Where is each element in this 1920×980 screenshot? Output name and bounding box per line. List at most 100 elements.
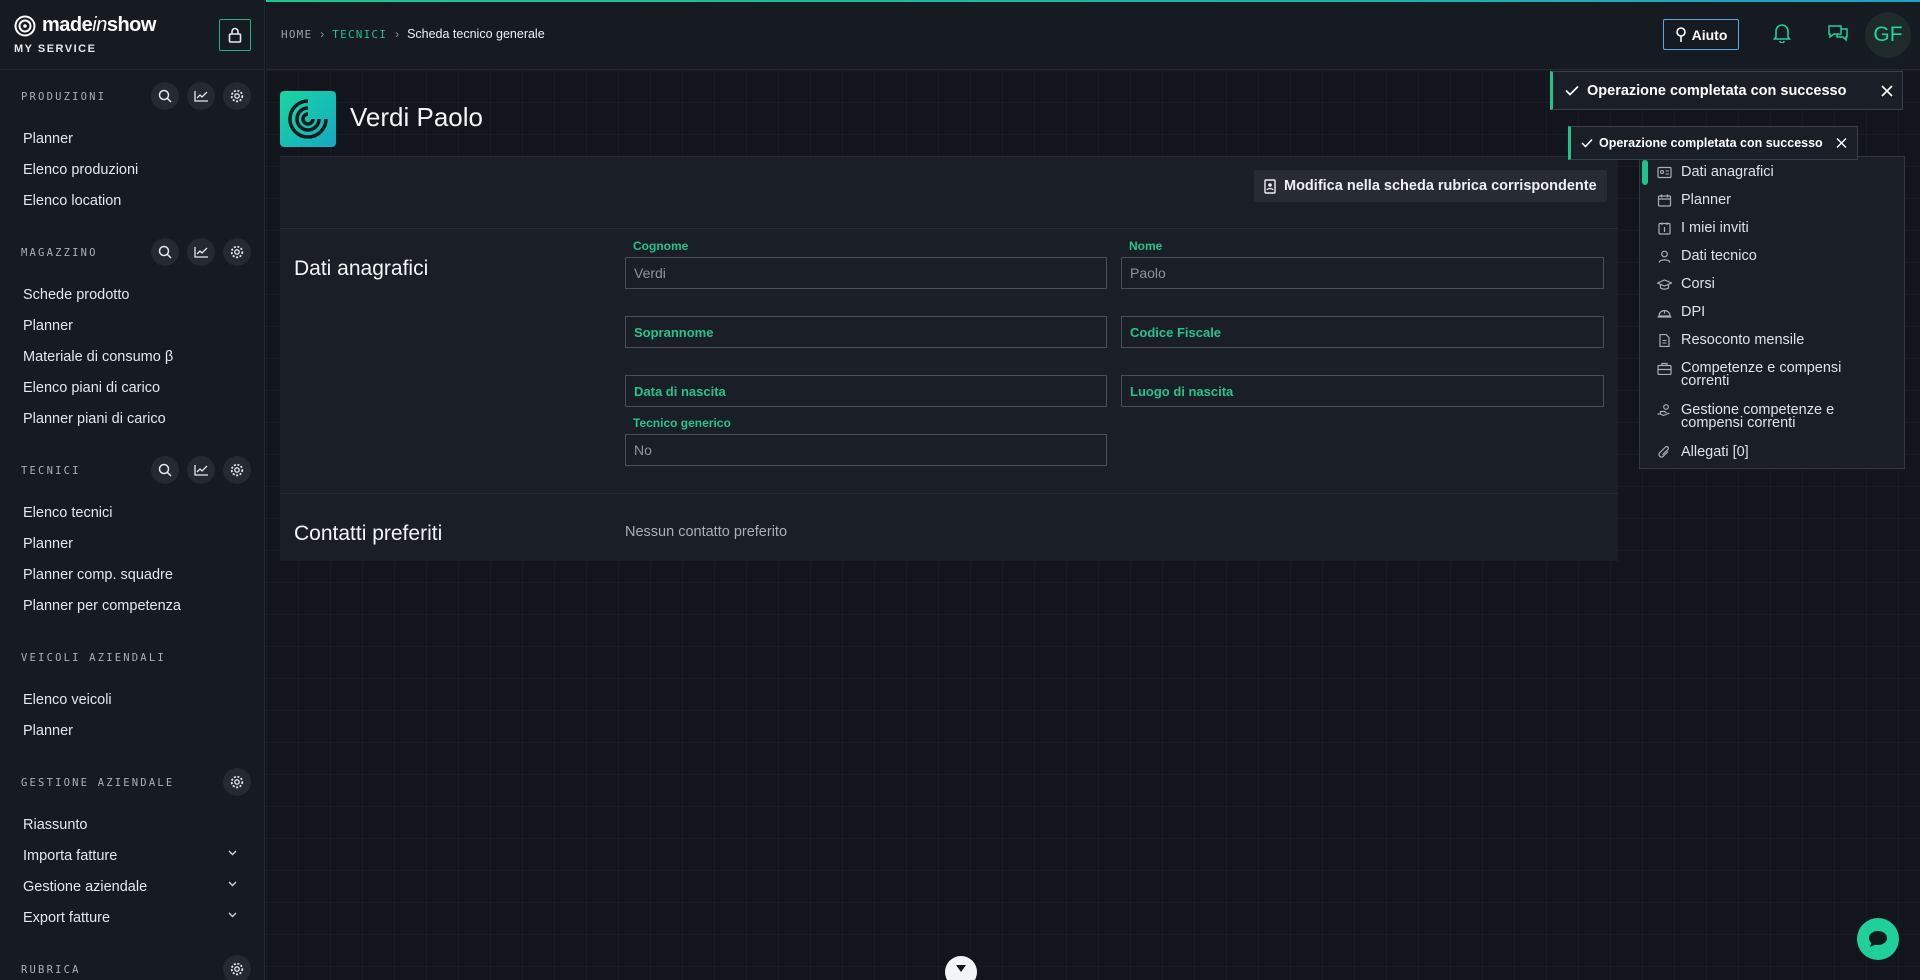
settings-button[interactable] (223, 456, 251, 484)
avatar[interactable]: GF (1865, 12, 1911, 58)
sidebar-item-planner[interactable]: Planner (0, 310, 264, 341)
calendar-icon (1657, 194, 1672, 207)
scroll-down-button[interactable] (945, 956, 977, 980)
check-icon (1581, 138, 1593, 148)
anchor-label: Dati anagrafici (1681, 164, 1774, 180)
sidebar-item-planner[interactable]: Planner (0, 715, 264, 746)
search-icon (158, 463, 172, 477)
breadcrumb-tecnici[interactable]: TECNICI (332, 28, 387, 41)
section-title: MAGAZZINO (21, 247, 98, 259)
anchor-dati-anagrafici[interactable]: Dati anagrafici (1657, 164, 1774, 180)
anchor-dati-tecnico[interactable]: Dati tecnico (1657, 248, 1757, 264)
brand-subtitle: MY SERVICE (14, 43, 97, 55)
cognome-field[interactable]: Verdi (625, 257, 1107, 289)
sidebar-item-gestione-aziendale[interactable]: Gestione aziendale (0, 871, 264, 902)
user-icon (1658, 250, 1671, 263)
sidebar-item-planner-comp-squadre[interactable]: Planner comp. squadre (0, 559, 264, 590)
sidebar-item-planner[interactable]: Planner (0, 528, 264, 559)
sidebar-item-schede-prodotto[interactable]: Schede prodotto (0, 279, 264, 310)
sidebar-divider (0, 69, 264, 70)
sidebar-item-riassunto[interactable]: Riassunto (0, 809, 264, 840)
anchor-resoconto-mensile[interactable]: Resoconto mensile (1657, 333, 1804, 347)
help-icon (1675, 26, 1686, 42)
sidebar-item-elenco-veicoli[interactable]: Elenco veicoli (0, 684, 264, 715)
lock-icon (228, 27, 242, 43)
nome-field[interactable]: Paolo (1121, 257, 1604, 289)
luogo-nascita-field[interactable]: Luogo di nascita (1121, 375, 1604, 407)
sidebar-section-veicoli: VEICOLI AZIENDALI Elenco veicoli Planner (0, 640, 264, 746)
bell-icon[interactable] (1773, 23, 1791, 43)
sidebar-item-planner-piani-carico[interactable]: Planner piani di carico (0, 403, 264, 434)
sidebar-item-export-fatture[interactable]: Export fatture (0, 902, 264, 933)
search-button[interactable] (151, 456, 179, 484)
lock-sidebar-button[interactable] (219, 19, 251, 51)
breadcrumb-home[interactable]: HOME (281, 28, 312, 41)
top-bar: HOME › TECNICI › Scheda tecnico generale… (266, 0, 1920, 70)
breadcrumb-separator-icon: › (395, 27, 400, 41)
anchor-label: Dati tecnico (1681, 248, 1757, 264)
sidebar-item-elenco-produzioni[interactable]: Elenco produzioni (0, 154, 264, 185)
person-avatar (280, 91, 336, 147)
settings-button[interactable] (223, 238, 251, 266)
briefcase-icon (1657, 362, 1672, 375)
section-title-contatti: Contatti preferiti (294, 522, 443, 545)
edit-rubrica-button[interactable]: Modifica nella scheda rubrica corrispond… (1254, 170, 1607, 202)
anchor-label: Gestione competenze e compensi correnti (1681, 402, 1835, 431)
cognome-label: Cognome (633, 239, 689, 253)
close-icon[interactable] (1881, 84, 1893, 97)
section-divider (280, 493, 1618, 494)
anchor-label: Competenze e compensi correnti (1681, 360, 1842, 389)
anchor-label: Allegati [0] (1681, 444, 1749, 460)
tecnico-generico-field[interactable]: No (625, 434, 1107, 466)
sidebar-item-elenco-location[interactable]: Elenco location (0, 185, 264, 216)
help-button[interactable]: Aiuto (1663, 19, 1739, 50)
settings-button[interactable] (223, 955, 251, 980)
stats-button[interactable] (187, 456, 215, 484)
anchor-gestione-competenze[interactable]: Gestione competenze e compensi correnti (1657, 402, 1877, 431)
data-nascita-field[interactable]: Data di nascita (625, 375, 1107, 407)
toast-message: Operazione completata con successo (1599, 136, 1823, 150)
sidebar-item-materiale-consumo[interactable]: Materiale di consumo β (0, 341, 264, 372)
soprannome-field[interactable]: Soprannome (625, 316, 1107, 348)
sidebar-item-planner-competenza[interactable]: Planner per competenza (0, 590, 264, 621)
stats-button[interactable] (187, 82, 215, 110)
section-title-dati-anagrafici: Dati anagrafici (294, 257, 429, 280)
chat-widget-button[interactable] (1857, 918, 1899, 960)
chart-line-icon (193, 465, 208, 476)
anchor-competenze-compensi[interactable]: Competenze e compensi correnti (1657, 360, 1877, 389)
sidebar-item-elenco-piani-carico[interactable]: Elenco piani di carico (0, 372, 264, 403)
sidebar-item-elenco-tecnici[interactable]: Elenco tecnici (0, 497, 264, 528)
check-icon (1565, 85, 1579, 96)
sidebar-section-rubrica: RUBRICA (0, 952, 264, 980)
settings-button[interactable] (223, 768, 251, 796)
active-indicator (1642, 160, 1648, 185)
hand-coins-icon (1657, 404, 1670, 417)
help-label: Aiuto (1691, 26, 1728, 43)
search-button[interactable] (151, 238, 179, 266)
section-title: PRODUZIONI (21, 91, 107, 103)
sidebar-item-label: Gestione aziendale (23, 878, 148, 895)
gear-icon (230, 775, 244, 789)
settings-button[interactable] (223, 82, 251, 110)
close-icon[interactable] (1836, 138, 1847, 149)
details-card (280, 156, 1618, 561)
messages-icon[interactable] (1827, 23, 1849, 43)
anchor-planner[interactable]: Planner (1657, 193, 1731, 207)
breadcrumb-separator-icon: › (320, 27, 325, 41)
anchor-corsi[interactable]: Corsi (1657, 277, 1715, 291)
stats-button[interactable] (187, 238, 215, 266)
anchor-miei-inviti[interactable]: I miei inviti (1657, 221, 1749, 235)
search-button[interactable] (151, 82, 179, 110)
codice-fiscale-field[interactable]: Codice Fiscale (1121, 316, 1604, 348)
chart-line-icon (193, 247, 208, 258)
chevron-down-icon (228, 881, 237, 887)
sidebar-item-importa-fatture[interactable]: Importa fatture (0, 840, 264, 871)
nome-label: Nome (1129, 239, 1163, 253)
chat-bubble-icon (1869, 931, 1887, 947)
anchor-dpi[interactable]: DPI (1657, 305, 1705, 319)
section-divider (280, 228, 1618, 229)
helmet-icon (1657, 309, 1672, 318)
sidebar-item-planner[interactable]: Planner (0, 123, 264, 154)
anchor-allegati[interactable]: Allegati [0] (1657, 444, 1749, 460)
brand[interactable]: madeinshow MY SERVICE (14, 14, 156, 55)
